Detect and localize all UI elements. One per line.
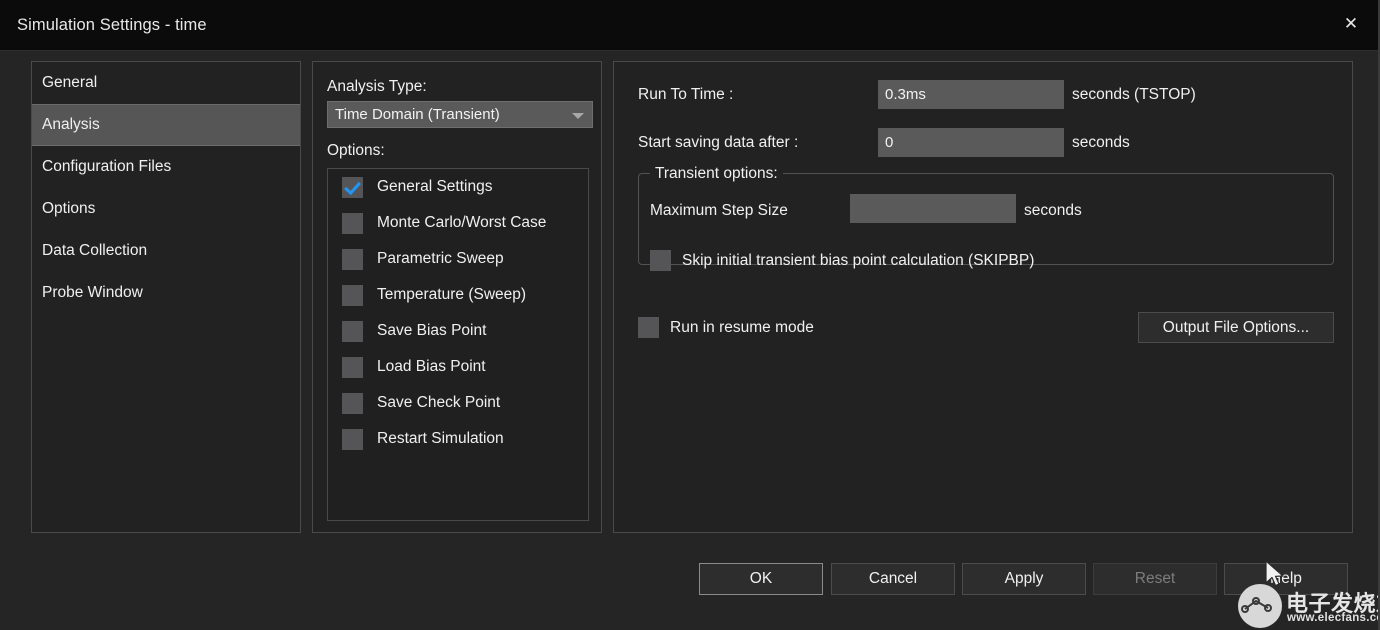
sidebar-item-general[interactable]: General	[32, 62, 300, 104]
options-label: Options:	[327, 142, 385, 159]
close-icon[interactable]: ✕	[1328, 0, 1374, 48]
checkbox-parametric-sweep[interactable]	[342, 248, 363, 270]
checkbox-general-settings[interactable]	[342, 176, 363, 198]
title-bar: Simulation Settings - time ✕	[0, 0, 1378, 51]
analysis-type-dropdown[interactable]: Time Domain (Transient)	[327, 101, 593, 128]
help-button[interactable]: Help	[1224, 563, 1348, 595]
analysis-options-panel: Analysis Type: Time Domain (Transient) O…	[312, 61, 602, 533]
output-file-options-button[interactable]: Output File Options...	[1138, 312, 1334, 343]
transient-options-legend: Transient options:	[650, 165, 783, 183]
ok-button[interactable]: OK	[699, 563, 823, 595]
cancel-button[interactable]: Cancel	[831, 563, 955, 595]
option-label: Save Bias Point	[377, 322, 487, 339]
settings-category-list: General Analysis Configuration Files Opt…	[31, 61, 301, 533]
maximum-step-size-label: Maximum Step Size	[650, 202, 788, 219]
option-row-save-check-point[interactable]: Save Check Point	[328, 385, 588, 421]
option-label: Restart Simulation	[377, 430, 504, 447]
start-saving-data-unit-label: seconds	[1072, 134, 1130, 151]
option-row-restart-simulation[interactable]: Restart Simulation	[328, 421, 588, 457]
sidebar-item-label: Analysis	[42, 116, 100, 133]
option-label: Save Check Point	[377, 394, 501, 411]
checkbox-monte-carlo-worst-case[interactable]	[342, 212, 363, 234]
option-row-general-settings[interactable]: General Settings	[328, 169, 588, 205]
run-in-resume-mode-label: Run in resume mode	[670, 318, 814, 336]
checkbox-skip-initial-transient-bias-point[interactable]	[650, 250, 671, 271]
apply-button[interactable]: Apply	[962, 563, 1086, 595]
run-to-time-input[interactable]	[878, 80, 1064, 109]
checkbox-run-in-resume-mode[interactable]	[638, 317, 659, 338]
option-label: Load Bias Point	[377, 358, 486, 375]
chevron-down-icon	[572, 113, 584, 119]
skip-initial-bias-point-row[interactable]: Skip initial transient bias point calcul…	[650, 250, 1034, 271]
sidebar-item-probe-window[interactable]: Probe Window	[32, 272, 300, 314]
window-title: Simulation Settings - time	[17, 16, 207, 34]
option-label: Parametric Sweep	[377, 250, 504, 267]
sidebar-item-label: General	[42, 74, 98, 91]
analysis-options-list: General Settings Monte Carlo/Worst Case …	[327, 168, 589, 521]
sidebar-item-label: Options	[42, 200, 96, 217]
option-label: General Settings	[377, 178, 493, 195]
analysis-type-label: Analysis Type:	[327, 78, 427, 95]
simulation-settings-dialog: Simulation Settings - time ✕ General Ana…	[0, 0, 1380, 630]
checkbox-restart-simulation[interactable]	[342, 428, 363, 450]
run-to-time-unit-label: seconds (TSTOP)	[1072, 86, 1196, 103]
option-label: Monte Carlo/Worst Case	[377, 214, 547, 231]
skip-initial-bias-point-label: Skip initial transient bias point calcul…	[682, 251, 1035, 269]
start-saving-data-input[interactable]	[878, 128, 1064, 157]
checkbox-load-bias-point[interactable]	[342, 356, 363, 378]
analysis-type-value: Time Domain (Transient)	[335, 106, 500, 123]
option-row-parametric-sweep[interactable]: Parametric Sweep	[328, 241, 588, 277]
checkbox-temperature-sweep[interactable]	[342, 284, 363, 306]
checkbox-save-bias-point[interactable]	[342, 320, 363, 342]
checkbox-save-check-point[interactable]	[342, 392, 363, 414]
start-saving-data-label: Start saving data after :	[638, 134, 799, 151]
sidebar-item-label: Data Collection	[42, 242, 148, 259]
sidebar-item-configuration-files[interactable]: Configuration Files	[32, 146, 300, 188]
sidebar-item-data-collection[interactable]: Data Collection	[32, 230, 300, 272]
run-to-time-label: Run To Time :	[638, 86, 734, 103]
sidebar-item-label: Configuration Files	[42, 158, 172, 175]
maximum-step-size-input[interactable]	[850, 194, 1016, 223]
option-row-monte-carlo-worst-case[interactable]: Monte Carlo/Worst Case	[328, 205, 588, 241]
option-row-temperature-sweep[interactable]: Temperature (Sweep)	[328, 277, 588, 313]
maximum-step-size-unit-label: seconds	[1024, 202, 1082, 219]
reset-button: Reset	[1093, 563, 1217, 595]
sidebar-item-analysis[interactable]: Analysis	[32, 104, 300, 146]
option-row-load-bias-point[interactable]: Load Bias Point	[328, 349, 588, 385]
run-in-resume-mode-row[interactable]: Run in resume mode	[638, 317, 814, 338]
transient-settings-panel: Run To Time : seconds (TSTOP) Start savi…	[613, 61, 1353, 533]
option-row-save-bias-point[interactable]: Save Bias Point	[328, 313, 588, 349]
sidebar-item-options[interactable]: Options	[32, 188, 300, 230]
option-label: Temperature (Sweep)	[377, 286, 527, 303]
watermark-url-text: www.elecfans.com	[1287, 612, 1378, 624]
sidebar-item-label: Probe Window	[42, 284, 143, 301]
